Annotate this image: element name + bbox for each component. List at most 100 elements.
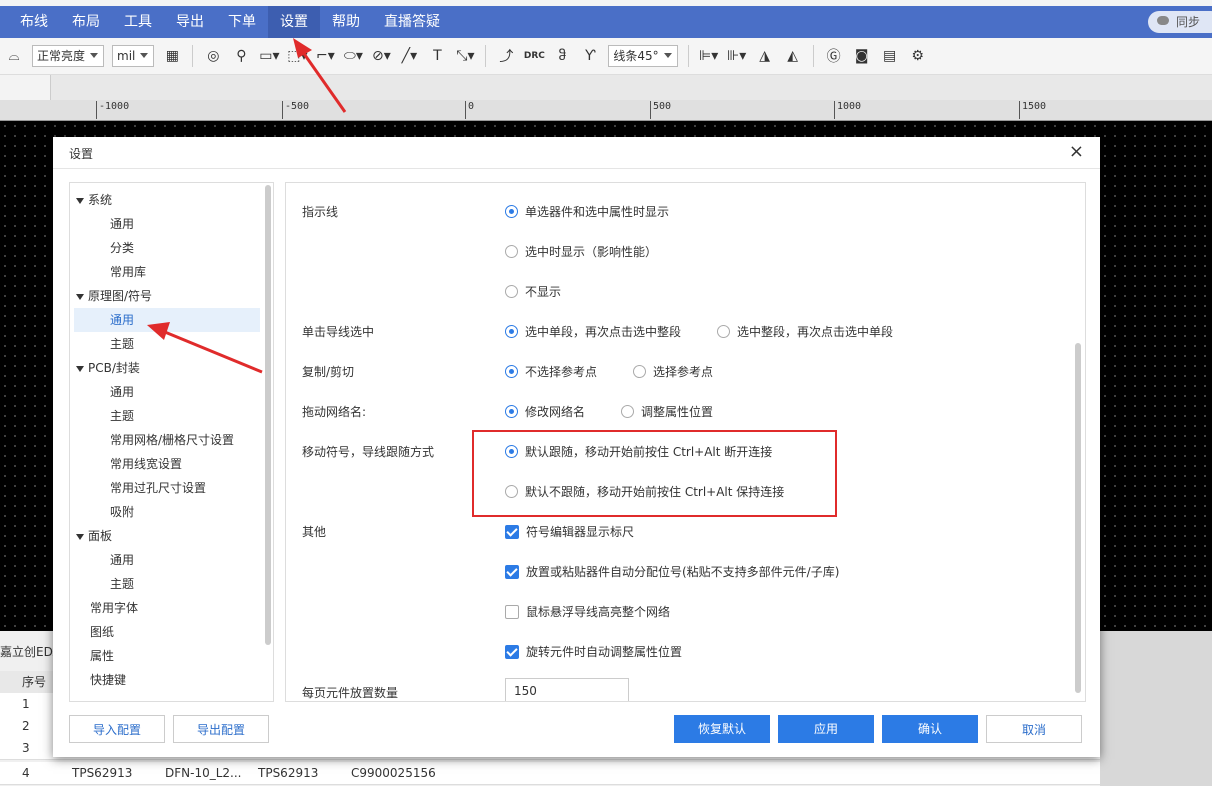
unit-select[interactable]: mil <box>112 45 155 67</box>
distribute-icon[interactable]: ⊪▾ <box>726 45 748 67</box>
export-config-button[interactable]: 导出配置 <box>173 715 269 743</box>
tree-item[interactable]: 原理图/符号 <box>70 284 262 308</box>
tree-item-label: 通用 <box>110 385 135 399</box>
cancel-button[interactable]: 取消 <box>986 715 1082 743</box>
radio-icon <box>621 405 634 418</box>
probe-icon[interactable]: ⚲ <box>230 45 252 67</box>
settings-content: 指示线 单选器件和选中属性时显示 选中时显示（影响性能） 不显示 单击导线选中 … <box>285 182 1086 702</box>
close-icon[interactable]: × <box>1069 141 1084 162</box>
drag-net-option[interactable]: 修改网络名 <box>505 403 585 420</box>
brightness-select[interactable]: 正常亮度 <box>32 45 105 67</box>
click-wire-option[interactable]: 选中单段，再次点击选中整段 <box>505 323 681 340</box>
gerber-icon[interactable]: Ⓖ <box>823 45 845 67</box>
menu-item[interactable]: 设置 <box>268 6 320 38</box>
content-scrollbar[interactable] <box>1075 343 1081 693</box>
fanout-icon[interactable]: Ƴ <box>579 45 601 67</box>
tree-item[interactable]: 主题 <box>74 572 260 596</box>
indicator-line-option[interactable]: 单选器件和选中属性时显示 <box>505 203 669 220</box>
other-checkbox[interactable]: 符号编辑器显示标尺 <box>505 523 634 540</box>
tree-item[interactable]: 主题 <box>74 404 260 428</box>
import-config-button[interactable]: 导入配置 <box>69 715 165 743</box>
click-wire-option[interactable]: 选中整段，再次点击选中单段 <box>717 323 893 340</box>
other-checkbox[interactable]: 放置或粘贴器件自动分配位号(粘贴不支持多部件元件/子库) <box>505 563 839 580</box>
tree-scrollbar[interactable] <box>265 185 271 645</box>
bottom-panel-tab[interactable]: 嘉立创EDA <box>0 643 61 660</box>
menu-item[interactable]: 布局 <box>60 6 112 38</box>
tree-item[interactable]: 常用线宽设置 <box>74 452 260 476</box>
line-angle-select[interactable]: 线条45° <box>608 45 678 67</box>
polyline-icon[interactable]: ⌐▾ <box>314 45 336 67</box>
tree-item-label: 吸附 <box>110 505 135 519</box>
option-label: 鼠标悬浮导线高亮整个网络 <box>526 605 671 619</box>
drc-icon[interactable]: DRC <box>523 45 545 67</box>
row-index: 2 <box>22 719 30 733</box>
tree-item[interactable]: 吸附 <box>74 500 260 524</box>
indicator-line-option[interactable]: 选中时显示（影响性能） <box>505 243 657 260</box>
flip-v-icon[interactable]: ◭ <box>782 45 804 67</box>
bom-icon[interactable]: ▤ <box>879 45 901 67</box>
confirm-button[interactable]: 确认 <box>882 715 978 743</box>
other-checkbox[interactable]: 旋转元件时自动调整属性位置 <box>505 643 682 660</box>
tree-item[interactable]: 常用库 <box>74 260 260 284</box>
text-tool-icon[interactable]: T <box>426 45 448 67</box>
apply-button[interactable]: 应用 <box>778 715 874 743</box>
settings-gear-icon[interactable]: ⚙ <box>907 45 929 67</box>
copy-cut-option[interactable]: 不选择参考点 <box>505 363 597 380</box>
indicator-line-option[interactable]: 不显示 <box>505 283 561 300</box>
menu-item[interactable]: 下单 <box>216 6 268 38</box>
tree-item[interactable]: 面板 <box>70 524 262 548</box>
option-label: 调整属性位置 <box>641 405 714 419</box>
tree-item[interactable]: 快捷键 <box>70 668 273 692</box>
tree-item[interactable]: 系统 <box>70 188 262 212</box>
caret-down-icon <box>76 365 84 372</box>
tree-item[interactable]: 图纸 <box>70 620 273 644</box>
per-page-input[interactable]: 150 <box>505 678 629 701</box>
menu-item[interactable]: 布线 <box>0 6 60 38</box>
tree-item[interactable]: PCB/封装 <box>70 356 262 380</box>
flip-h-icon[interactable]: ◮ <box>754 45 776 67</box>
menu-item[interactable]: 工具 <box>112 6 164 38</box>
tree-item[interactable]: 通用 <box>74 548 260 572</box>
table-row[interactable]: 4 TPS62913 DFN-10_L2... TPS62913 C990002… <box>0 762 1100 785</box>
ruler-label: 500 <box>650 101 671 119</box>
import-changes-icon[interactable]: ⤴ <box>495 45 517 67</box>
tree-item[interactable]: 通用 <box>74 308 260 332</box>
tree-item[interactable]: 分类 <box>74 236 260 260</box>
ruler-label: 1500 <box>1019 101 1046 119</box>
drag-net-option[interactable]: 调整属性位置 <box>621 403 713 420</box>
highlight-box <box>472 430 837 517</box>
tree-item[interactable]: 通用 <box>74 380 260 404</box>
menu-item[interactable]: 直播答疑 <box>372 6 452 38</box>
restore-default-button[interactable]: 恢复默认 <box>674 715 770 743</box>
document-tab[interactable] <box>0 75 51 100</box>
tree-item[interactable]: 常用网格/栅格尺寸设置 <box>74 428 260 452</box>
rect-tool-icon[interactable]: ▭▾ <box>258 45 280 67</box>
line-tool-icon[interactable]: ╱▾ <box>398 45 420 67</box>
align-icon[interactable]: ⊫▾ <box>698 45 720 67</box>
grid-icon[interactable]: ▦ <box>161 45 183 67</box>
menu-item[interactable]: 导出 <box>164 6 216 38</box>
route-icon[interactable]: ჵ <box>551 45 573 67</box>
tree-item[interactable]: 常用字体 <box>70 596 273 620</box>
menu-item[interactable]: 帮助 <box>320 6 372 38</box>
toolbar-separator <box>485 45 487 67</box>
ruler-label: -1000 <box>96 101 129 119</box>
dimension-icon[interactable]: ⤡▾ <box>454 45 476 67</box>
camera-icon[interactable]: ◙ <box>851 45 873 67</box>
target-icon[interactable]: ◎ <box>202 45 224 67</box>
pin-tool-icon[interactable]: ⌓ <box>3 45 25 67</box>
no-connect-icon[interactable]: ⊘▾ <box>370 45 392 67</box>
click-wire-label: 单击导线选中 <box>302 325 375 339</box>
copy-cut-option[interactable]: 选择参考点 <box>633 363 713 380</box>
sync-button[interactable]: 同步 <box>1147 11 1212 33</box>
tree-item[interactable]: 通用 <box>74 212 260 236</box>
dialog-title: 设置 <box>69 147 94 161</box>
tree-item-label: 常用字体 <box>90 601 139 615</box>
tree-item-label: 常用线宽设置 <box>110 457 183 471</box>
tree-item[interactable]: 属性 <box>70 644 273 668</box>
tree-item[interactable]: 主题 <box>74 332 260 356</box>
ellipse-icon[interactable]: ⬭▾ <box>342 45 364 67</box>
other-checkbox[interactable]: 鼠标悬浮导线高亮整个网络 <box>505 603 670 620</box>
tree-item[interactable]: 常用过孔尺寸设置 <box>74 476 260 500</box>
select-box-icon[interactable]: ⬚▾ <box>286 45 308 67</box>
